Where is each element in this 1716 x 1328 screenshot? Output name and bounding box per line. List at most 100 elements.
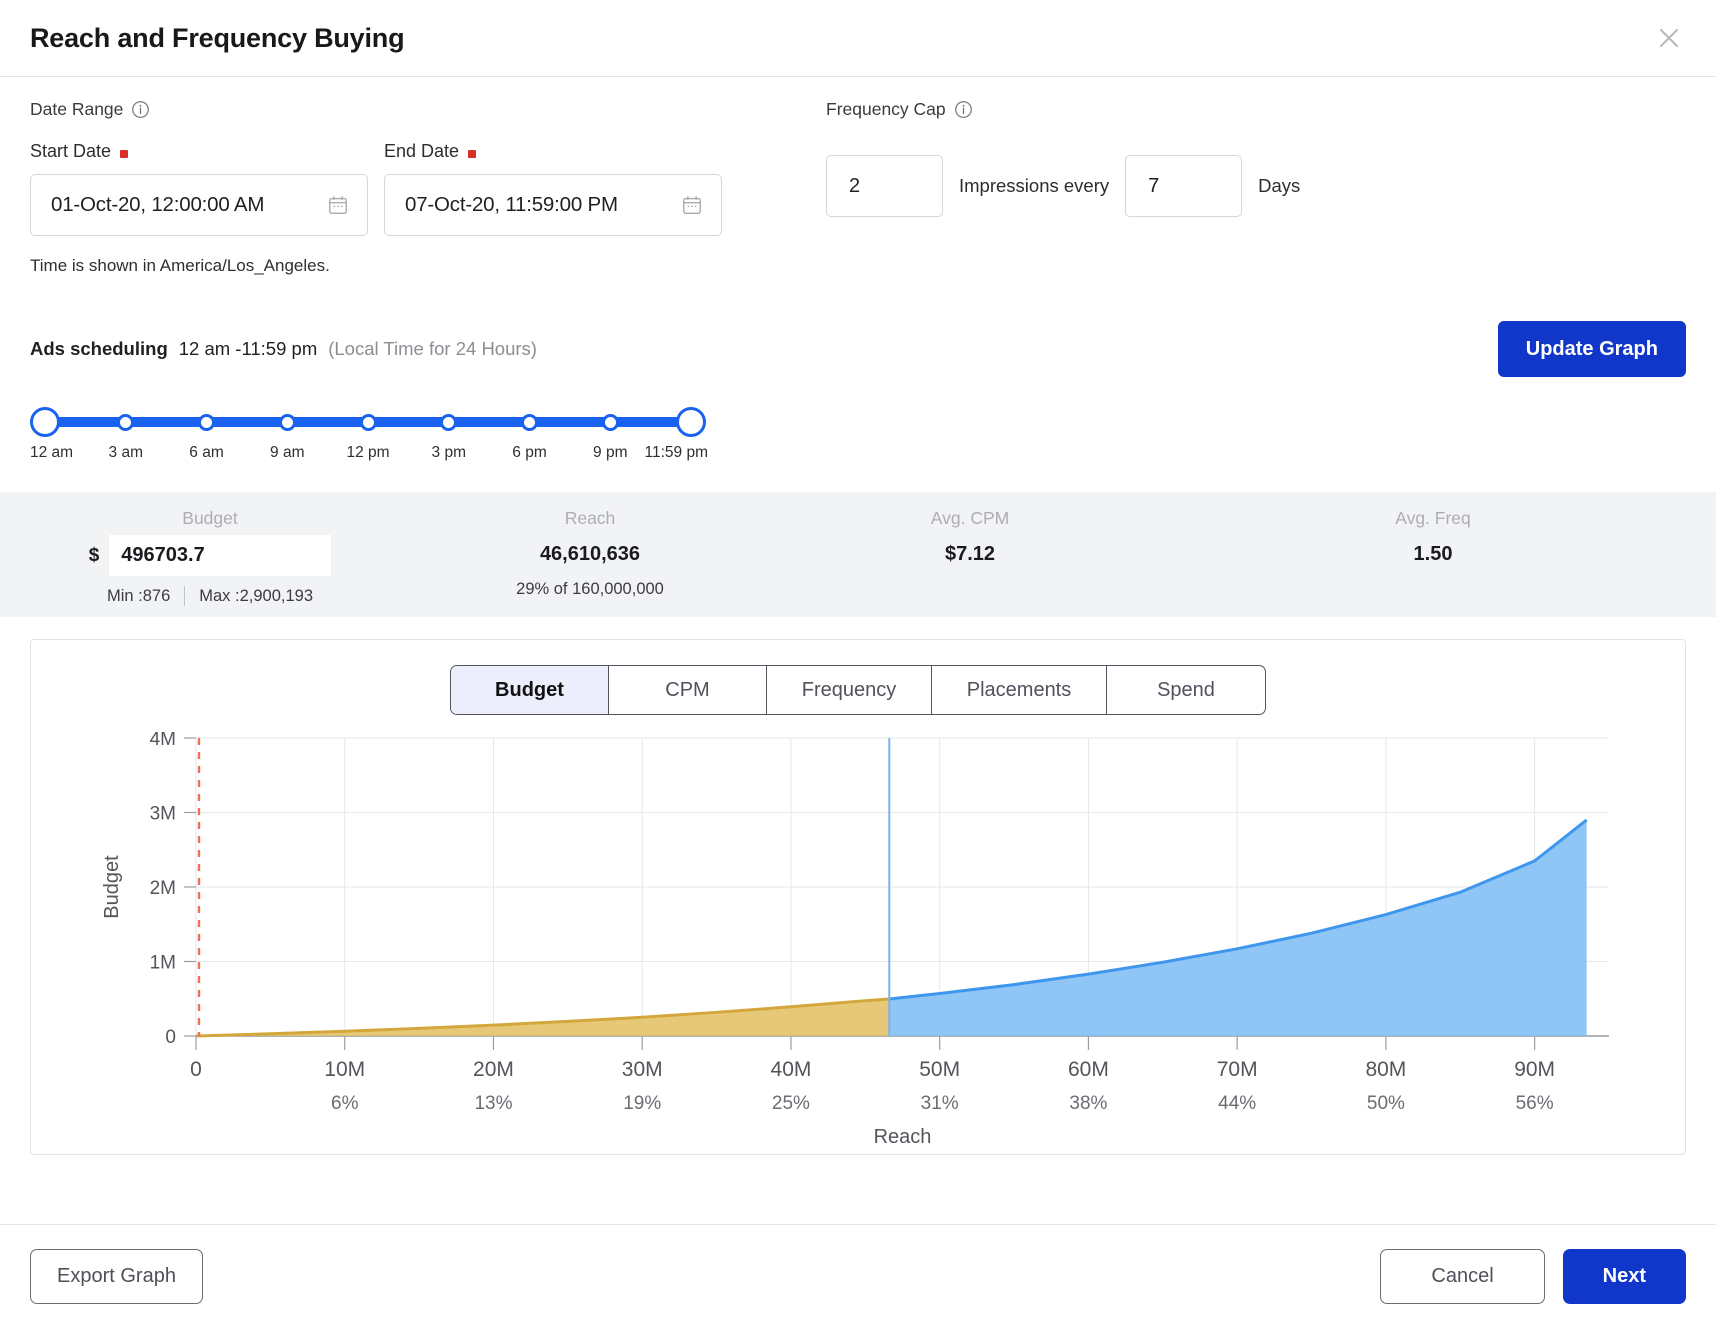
ads-scheduling-header: Ads scheduling 12 am -11:59 pm (Local Ti… [30, 338, 537, 360]
svg-text:30M: 30M [622, 1058, 663, 1081]
slider-tick-label: 6 am [189, 444, 223, 462]
info-icon[interactable] [954, 100, 973, 119]
end-date-input[interactable]: 07-Oct-20, 11:59:00 PM [384, 174, 722, 236]
start-date-value: 01-Oct-20, 12:00:00 AM [51, 193, 264, 217]
tab-frequency[interactable]: Frequency [767, 666, 932, 714]
svg-text:3M: 3M [150, 804, 176, 825]
svg-text:1M: 1M [150, 953, 176, 974]
impressions-input[interactable]: 2 [826, 155, 943, 217]
frequency-cap-label: Frequency Cap [826, 99, 1686, 120]
slider-handle-6[interactable] [440, 414, 457, 431]
tab-budget[interactable]: Budget [451, 666, 609, 714]
svg-text:31%: 31% [921, 1093, 959, 1114]
tab-spend[interactable]: Spend [1107, 666, 1265, 714]
ads-scheduling-slider[interactable] [30, 405, 706, 439]
chart-metric-tabs: BudgetCPMFrequencyPlacementsSpend [450, 665, 1266, 715]
slider-handle-9[interactable] [676, 407, 706, 437]
tab-placements[interactable]: Placements [932, 666, 1107, 714]
budget-label: Budget [0, 508, 420, 529]
days-label: Days [1258, 175, 1300, 197]
dialog-body: Date Range Start Date End Date [0, 77, 1716, 1224]
days-input[interactable]: 7 [1125, 155, 1242, 217]
start-date-label: Start Date [30, 141, 368, 162]
ads-scheduling-row: Ads scheduling 12 am -11:59 pm (Local Ti… [0, 321, 1716, 377]
reach-budget-chart: 01M2M3M4MBudget010M6%20M13%30M19%40M25%5… [31, 732, 1685, 1156]
slider-handle-2[interactable] [117, 414, 134, 431]
ads-scheduling-title: Ads scheduling [30, 338, 168, 360]
svg-text:70M: 70M [1217, 1058, 1258, 1081]
date-range-group: Date Range Start Date End Date [30, 99, 800, 276]
date-range-label-text: Date Range [30, 99, 123, 120]
slider-handle-3[interactable] [198, 414, 215, 431]
end-date-label-text: End Date [384, 141, 459, 162]
avg-cpm-label: Avg. CPM [760, 508, 1180, 529]
budget-min-max: Min :876 Max :2,900,193 [0, 586, 420, 606]
tab-cpm[interactable]: CPM [609, 666, 767, 714]
export-graph-button[interactable]: Export Graph [30, 1249, 203, 1304]
ads-scheduling-note: (Local Time for 24 Hours) [328, 338, 537, 360]
slider-tick-label: 11:59 pm [645, 444, 708, 462]
reach-sub: 29% of 160,000,000 [420, 580, 760, 599]
currency-symbol: $ [89, 545, 100, 567]
timezone-note: Time is shown in America/Los_Angeles. [30, 256, 800, 276]
frequency-cap-inputs: 2 Impressions every 7 Days [826, 155, 1686, 217]
stat-reach: Reach 46,610,636 29% of 160,000,000 [420, 508, 760, 599]
slider-tick-label: 3 am [109, 444, 143, 462]
info-icon[interactable] [131, 100, 150, 119]
svg-text:0: 0 [165, 1027, 176, 1048]
slider-tick-label: 12 am [30, 444, 73, 462]
slider-tick-label: 12 pm [346, 444, 389, 462]
ads-scheduling-slider-wrap: 12 am3 am6 am9 am12 pm3 pm6 pm9 pm11:59 … [0, 405, 1716, 470]
dialog-header: Reach and Frequency Buying [0, 0, 1716, 77]
impressions-every-label: Impressions every [959, 175, 1109, 197]
stat-avg-cpm: Avg. CPM $7.12 [760, 508, 1180, 566]
svg-text:Reach: Reach [874, 1126, 932, 1148]
required-marker [120, 150, 128, 158]
reach-label: Reach [420, 508, 760, 529]
svg-text:50M: 50M [919, 1058, 960, 1081]
calendar-icon[interactable] [327, 194, 349, 216]
slider-handle-7[interactable] [521, 414, 538, 431]
update-graph-button[interactable]: Update Graph [1498, 321, 1686, 377]
svg-text:25%: 25% [772, 1093, 810, 1114]
svg-text:40M: 40M [771, 1058, 812, 1081]
frequency-cap-group: Frequency Cap 2 Impressions every 7 Days [800, 99, 1686, 276]
calendar-icon[interactable] [681, 194, 703, 216]
avg-cpm-value: $7.12 [760, 543, 1180, 566]
min-max-divider [184, 586, 185, 606]
frequency-cap-label-text: Frequency Cap [826, 99, 946, 120]
svg-text:Budget: Budget [101, 855, 123, 919]
footer-actions: Cancel Next [1380, 1249, 1686, 1304]
ads-scheduling-time: 12 am -11:59 pm [179, 338, 317, 360]
budget-input[interactable] [109, 535, 331, 576]
svg-text:44%: 44% [1218, 1093, 1256, 1114]
budget-max: Max :2,900,193 [199, 587, 313, 606]
cancel-button[interactable]: Cancel [1380, 1249, 1544, 1304]
budget-input-row: $ [0, 535, 420, 576]
slider-tick-label: 3 pm [432, 444, 466, 462]
slider-handle-4[interactable] [279, 414, 296, 431]
reach-value: 46,610,636 [420, 543, 760, 566]
svg-text:4M: 4M [150, 732, 176, 750]
budget-min: Min :876 [107, 587, 170, 606]
chart-card: BudgetCPMFrequencyPlacementsSpend 01M2M3… [30, 639, 1686, 1155]
slider-handle-5[interactable] [360, 414, 377, 431]
stat-avg-freq: Avg. Freq 1.50 [1180, 508, 1716, 566]
end-date-label: End Date [384, 141, 722, 162]
slider-handle-1[interactable] [30, 407, 60, 437]
slider-tick-labels: 12 am3 am6 am9 am12 pm3 pm6 pm9 pm11:59 … [30, 444, 730, 470]
next-button[interactable]: Next [1563, 1249, 1686, 1304]
close-icon[interactable] [1652, 21, 1686, 55]
start-date-label-text: Start Date [30, 141, 111, 162]
reach-frequency-dialog: Reach and Frequency Buying Date Range St… [0, 0, 1716, 1328]
svg-text:0: 0 [190, 1058, 202, 1081]
end-date-value: 07-Oct-20, 11:59:00 PM [405, 193, 618, 217]
svg-text:6%: 6% [331, 1093, 359, 1114]
date-range-label: Date Range [30, 99, 800, 120]
date-inputs-row: 01-Oct-20, 12:00:00 AM 07-Oct-20, 11:59:… [30, 174, 800, 236]
svg-text:80M: 80M [1365, 1058, 1406, 1081]
svg-text:38%: 38% [1069, 1093, 1107, 1114]
slider-handle-8[interactable] [602, 414, 619, 431]
start-date-input[interactable]: 01-Oct-20, 12:00:00 AM [30, 174, 368, 236]
svg-text:19%: 19% [623, 1093, 661, 1114]
